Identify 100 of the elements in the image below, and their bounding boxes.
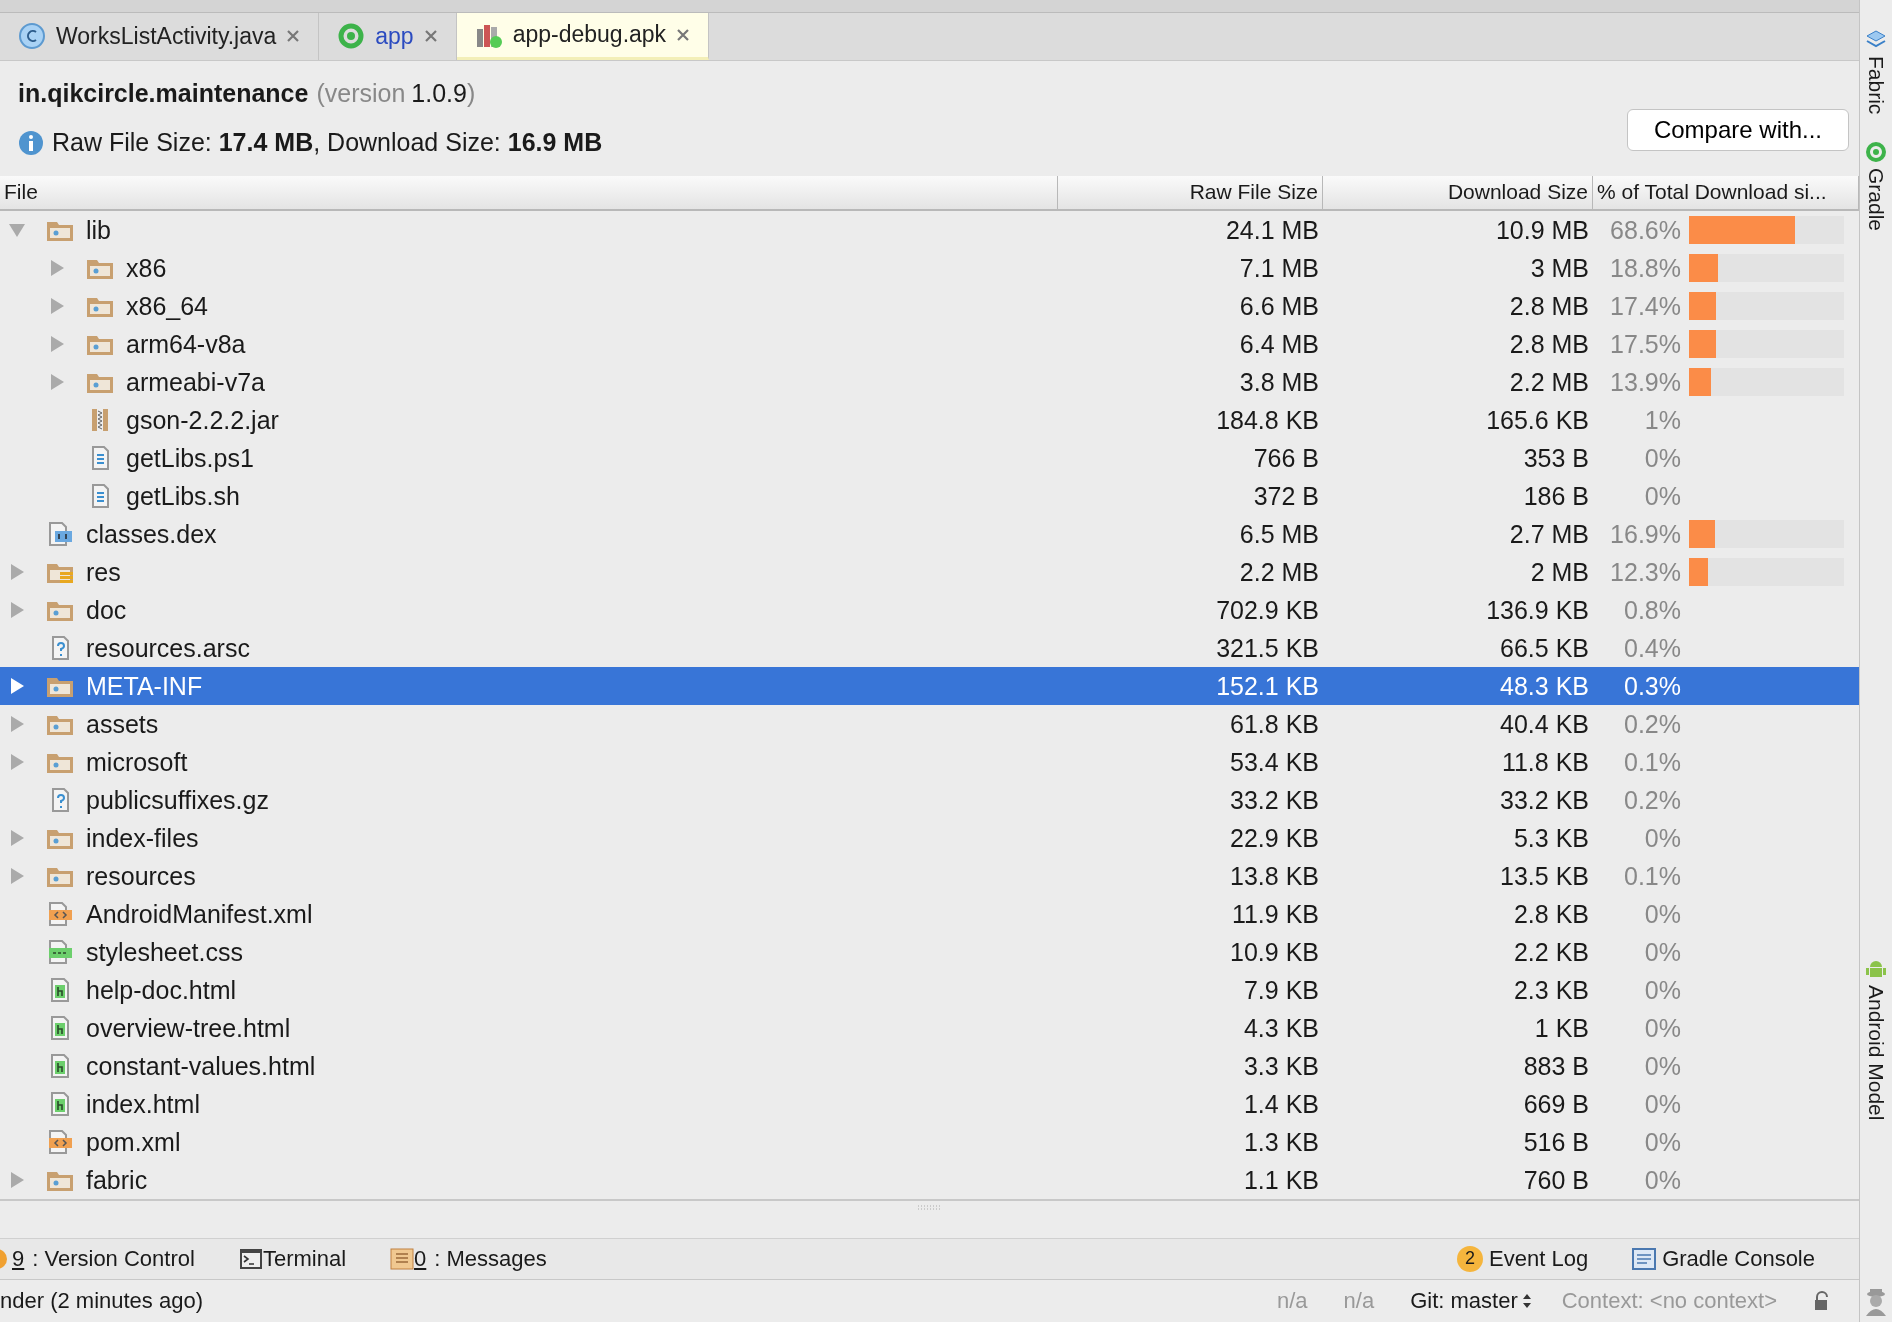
tree-row[interactable]: microsoft 53.4 KB 11.8 KB 0.1% [0,743,1859,782]
column-header[interactable]: % of Total Download si... [1593,175,1859,210]
percent-value: 0.4% [1623,633,1682,663]
tree-row[interactable]: gson-2.2.2.jar 184.8 KB 165.6 KB 1% [0,401,1859,440]
column-header[interactable]: Download Size [1323,175,1593,210]
file-name: arm64-v8a [126,329,246,359]
side-tool-button[interactable]: Android Model [1864,956,1888,1120]
column-header[interactable]: File [0,175,1058,210]
download-size: 2.2 MB [1508,367,1590,397]
expand-arrow-icon[interactable] [8,601,26,620]
file-name: help-doc.html [86,975,237,1005]
tree-row[interactable]: res 2.2 MB 2 MB 12.3% [0,553,1859,592]
close-icon[interactable] [676,27,691,42]
side-tool-button[interactable]: Fabric [1864,28,1888,115]
tree-row[interactable]: doc 702.9 KB 136.9 KB 0.8% [0,591,1859,630]
download-size: 2 MB [1529,557,1590,587]
raw-size: 3.8 MB [1238,367,1320,397]
tree-row[interactable]: overview-tree.html 4.3 KB 1 KB 0% [0,1009,1859,1048]
raw-size: 372 B [1252,481,1320,511]
tree-row[interactable]: AndroidManifest.xml 11.9 KB 2.8 KB 0% [0,895,1859,934]
download-size: 66.5 KB [1499,633,1590,663]
tool-window-button[interactable]: Gradle Console [1662,1245,1815,1272]
binary-file-icon [46,522,74,547]
expand-arrow-icon[interactable] [8,867,26,886]
compare-button[interactable]: Compare with... [1626,109,1849,152]
resize-grip-icon[interactable] [916,1205,943,1211]
raw-size: 11.9 KB [1230,899,1320,929]
tool-window-button[interactable]: Event Log [1489,1245,1589,1272]
lock-icon[interactable] [1813,1290,1831,1311]
download-size: 2.2 KB [1512,937,1590,967]
file-name: classes.dex [86,519,217,549]
raw-size: 24.1 MB [1224,215,1320,245]
tree-row[interactable]: x86 7.1 MB 3 MB 18.8% [0,249,1859,288]
expand-arrow-icon[interactable] [8,715,26,734]
inspector-icon[interactable] [1863,1286,1889,1316]
file-name: lib [86,215,111,245]
tool-window-button[interactable]: 0 : Messages [414,1245,547,1272]
tree-row[interactable]: resources 13.8 KB 13.5 KB 0.1% [0,857,1859,896]
tree-row[interactable]: getLibs.sh 372 B 186 B 0% [0,477,1859,516]
tree-row[interactable]: stylesheet.css 10.9 KB 2.2 KB 0% [0,933,1859,972]
side-tool-button[interactable]: Gradle [1864,140,1888,232]
percent-value: 0.3% [1623,671,1682,701]
tree-row[interactable]: constant-values.html 3.3 KB 883 B 0% [0,1047,1859,1086]
percent-value: 0% [1643,1089,1682,1119]
download-size: 2.8 KB [1512,899,1590,929]
file-name: fabric [86,1165,148,1195]
download-size: 48.3 KB [1499,671,1590,701]
tree-row[interactable]: help-doc.html 7.9 KB 2.3 KB 0% [0,971,1859,1010]
percent-value: 0% [1643,975,1682,1005]
context-status: Context: <no context> [1561,1287,1777,1314]
tree-row[interactable]: META-INF 152.1 KB 48.3 KB 0.3% [0,667,1859,706]
percent-value: 18.8% [1609,253,1682,283]
tree-row[interactable]: x86_64 6.6 MB 2.8 MB 17.4% [0,287,1859,326]
tree-row[interactable]: resources.arsc 321.5 KB 66.5 KB 0.4% [0,629,1859,668]
raw-size: 1.3 KB [1242,1127,1320,1157]
tool-window-button[interactable]: 9 : Version Control [12,1245,195,1272]
file-name: resources [86,861,196,891]
expand-arrow-icon[interactable] [48,373,66,392]
editor-tab[interactable]: app-debug.apk [456,12,710,60]
expand-arrow-icon[interactable] [8,563,26,582]
download-size: 40.4 KB [1499,709,1590,739]
raw-size: 10.9 KB [1229,937,1320,967]
expand-arrow-icon[interactable] [48,259,66,278]
raw-size: 766 B [1252,443,1320,473]
column-header[interactable]: Raw File Size [1058,175,1323,210]
percent-value: 0% [1643,899,1682,929]
expand-arrow-icon[interactable] [48,335,66,354]
stylesheet-file-icon [46,940,74,965]
raw-size: 6.4 MB [1238,329,1320,359]
download-size: 2.8 MB [1508,291,1590,321]
expand-arrow-icon[interactable] [8,1171,26,1190]
status-item: n/a [1276,1287,1308,1314]
close-icon[interactable] [423,29,438,44]
file-name: getLibs.ps1 [126,443,254,473]
xml-file-icon [46,1130,74,1155]
tree-row[interactable]: getLibs.ps1 766 B 353 B 0% [0,439,1859,478]
expand-arrow-icon[interactable] [8,677,26,696]
tree-row[interactable]: index.html 1.4 KB 669 B 0% [0,1085,1859,1124]
expand-arrow-icon[interactable] [48,297,66,316]
tree-row[interactable]: lib 24.1 MB 10.9 MB 68.6% [0,211,1859,250]
git-branch[interactable]: Git: master [1410,1287,1532,1314]
percent-value: 0% [1643,443,1682,473]
file-name: pom.xml [86,1127,181,1157]
raw-size: 702.9 KB [1215,595,1320,625]
tree-row[interactable]: arm64-v8a 6.4 MB 2.8 MB 17.5% [0,325,1859,364]
close-icon[interactable] [286,29,301,44]
tree-row[interactable]: assets 61.8 KB 40.4 KB 0.2% [0,705,1859,744]
status-message: nder (2 minutes ago) [0,1287,203,1314]
file-name: x86 [126,253,167,283]
expand-arrow-icon[interactable] [8,753,26,772]
tree-row[interactable]: publicsuffixes.gz 33.2 KB 33.2 KB 0.2% [0,781,1859,820]
tree-row[interactable]: fabric 1.1 KB 760 B 0% [0,1161,1859,1200]
tree-row[interactable]: armeabi-v7a 3.8 MB 2.2 MB 13.9% [0,363,1859,402]
tree-row[interactable]: index-files 22.9 KB 5.3 KB 0% [0,819,1859,858]
expand-arrow-icon[interactable] [8,829,26,848]
tree-row[interactable]: classes.dex 6.5 MB 2.7 MB 16.9% [0,515,1859,554]
raw-size: 33.2 KB [1229,785,1320,815]
tool-window-button[interactable]: Terminal [262,1245,347,1272]
percent-value: 13.9% [1609,367,1682,397]
tree-row[interactable]: pom.xml 1.3 KB 516 B 0% [0,1123,1859,1162]
